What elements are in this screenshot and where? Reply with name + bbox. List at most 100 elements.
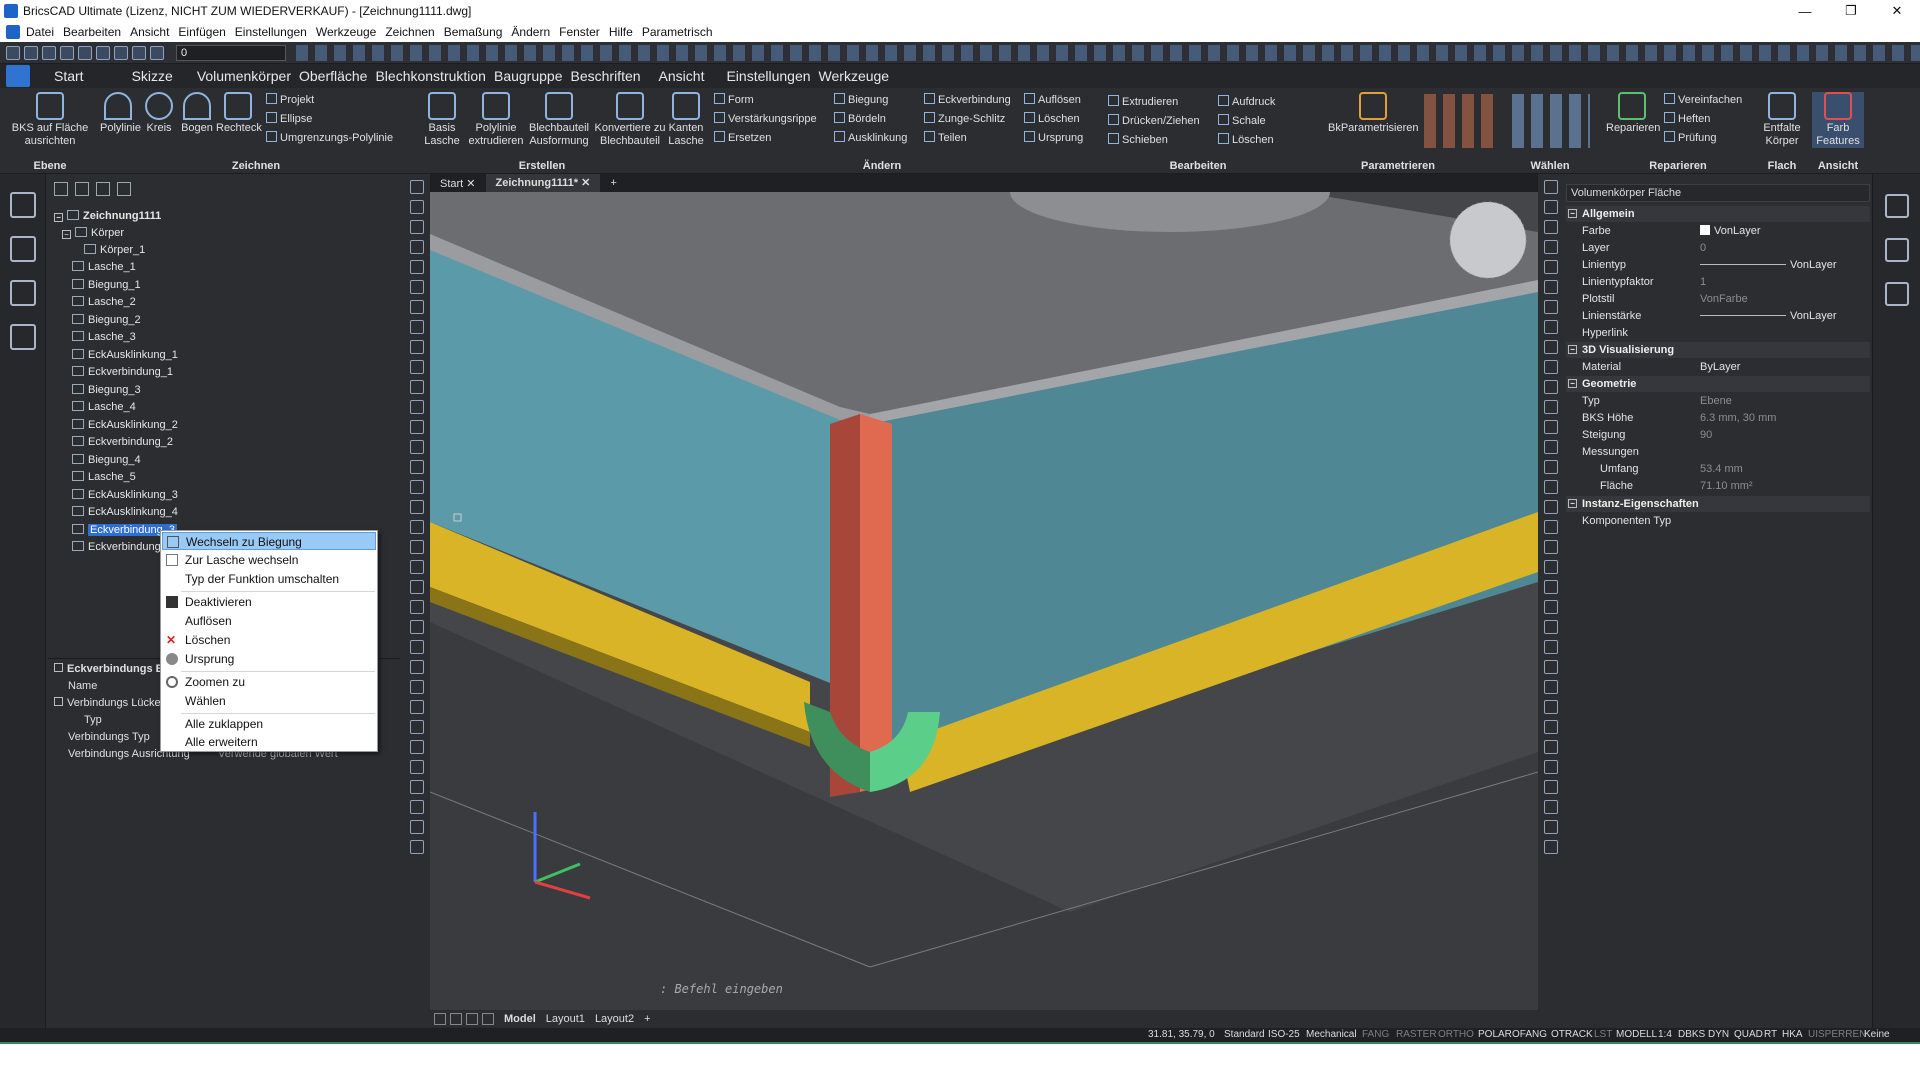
tool-icon[interactable] bbox=[1544, 740, 1558, 754]
open-file-icon[interactable] bbox=[24, 45, 38, 60]
menu-datei[interactable]: Datei bbox=[26, 25, 54, 39]
ctx-typ-umschalten[interactable]: Typ der Funktion umschalten bbox=[162, 570, 376, 588]
prop-row-messungen[interactable]: Messungen bbox=[1566, 444, 1870, 461]
tool-icon[interactable] bbox=[410, 220, 424, 234]
tool-icon[interactable] bbox=[410, 700, 424, 714]
tree-tool-icon-1[interactable] bbox=[54, 182, 68, 196]
tree-feature-item[interactable]: EckAusklinkung_4 bbox=[72, 506, 178, 518]
tool-icon[interactable] bbox=[410, 560, 424, 574]
tab-start[interactable]: Start bbox=[54, 68, 84, 84]
tool-icon[interactable] bbox=[1544, 620, 1558, 634]
status-otrack[interactable]: OTRACK bbox=[1551, 1029, 1593, 1040]
tool-icon[interactable] bbox=[410, 400, 424, 414]
next-layout-icon[interactable] bbox=[466, 1013, 478, 1025]
menu-einfuegen[interactable]: Einfügen bbox=[178, 25, 225, 39]
ausklinkung-button[interactable]: Ausklinkung bbox=[834, 131, 907, 144]
last-layout-icon[interactable] bbox=[482, 1013, 494, 1025]
maximize-button[interactable]: ❐ bbox=[1828, 0, 1874, 22]
tool-icon[interactable] bbox=[1544, 800, 1558, 814]
tab-ansicht[interactable]: Ansicht bbox=[659, 68, 705, 84]
tool-icon[interactable] bbox=[1544, 660, 1558, 674]
tab-beschriften[interactable]: Beschriften bbox=[571, 68, 641, 84]
aufdruck-button[interactable]: Aufdruck bbox=[1218, 95, 1275, 108]
layer-dropdown[interactable]: 0 bbox=[176, 44, 286, 61]
status-fang[interactable]: FANG bbox=[1362, 1029, 1389, 1040]
tool-icon[interactable] bbox=[1544, 480, 1558, 494]
command-line[interactable]: : Befehl eingeben bbox=[660, 982, 1300, 1002]
minimize-button[interactable]: — bbox=[1782, 0, 1828, 22]
tool-icon[interactable] bbox=[410, 600, 424, 614]
tool-icon[interactable] bbox=[410, 460, 424, 474]
tool-icon[interactable] bbox=[1544, 380, 1558, 394]
prop-row[interactable]: Layer 0 bbox=[1566, 240, 1870, 257]
ersetzen-button[interactable]: Ersetzen bbox=[714, 131, 771, 144]
tree-feature-item[interactable]: Biegung_3 bbox=[72, 383, 141, 396]
tool-icon[interactable] bbox=[410, 500, 424, 514]
lightbulb-icon[interactable] bbox=[132, 45, 146, 60]
tree-feature-item[interactable]: EckAusklinkung_3 bbox=[72, 488, 178, 501]
layer-state-icon[interactable] bbox=[150, 45, 164, 60]
tree-feature-item[interactable]: Biegung_4 bbox=[72, 453, 141, 466]
properties-panel-icon[interactable] bbox=[1884, 194, 1909, 218]
tool-icon[interactable] bbox=[1544, 440, 1558, 454]
status-polar[interactable]: POLAR bbox=[1478, 1029, 1512, 1040]
reparieren-button[interactable]: Reparieren bbox=[1606, 92, 1660, 135]
first-layout-icon[interactable] bbox=[434, 1013, 446, 1025]
corner-relief-right[interactable] bbox=[860, 414, 892, 792]
basis-lasche-button[interactable]: Basis Lasche bbox=[420, 92, 464, 148]
tree-feature-item[interactable]: Eckverbindung_4 bbox=[72, 541, 173, 553]
ctx-alle-erweitern[interactable]: Alle erweitern bbox=[162, 733, 376, 751]
tree-tool-icon-2[interactable] bbox=[75, 182, 89, 196]
prop-row[interactable]: Linientyp VonLayer bbox=[1566, 257, 1870, 274]
druecken-ziehen-button[interactable]: Drücken/Ziehen bbox=[1108, 114, 1200, 127]
tab-blechkonstruktion[interactable]: Blechkonstruktion bbox=[375, 68, 486, 84]
tool-icon[interactable] bbox=[1544, 560, 1558, 574]
teilen-button[interactable]: Teilen bbox=[924, 131, 967, 144]
prop-row-material[interactable]: Material ByLayer bbox=[1566, 359, 1870, 376]
bearbeiten-loeschen-button[interactable]: Löschen bbox=[1218, 133, 1274, 146]
tree-feature-item[interactable]: Biegung_1 bbox=[72, 278, 141, 291]
tree-koerper-group[interactable]: − Körper bbox=[62, 227, 124, 239]
tool-icon[interactable] bbox=[410, 320, 424, 334]
tool-icon[interactable] bbox=[1544, 700, 1558, 714]
status-raster[interactable]: RASTER bbox=[1396, 1029, 1437, 1040]
prop-row[interactable]: Linienstärke VonLayer bbox=[1566, 308, 1870, 325]
drawing-viewport[interactable] bbox=[430, 192, 1538, 1010]
status-lst[interactable]: LST bbox=[1594, 1029, 1612, 1040]
tool-icon[interactable] bbox=[410, 680, 424, 694]
tool-icon[interactable] bbox=[410, 420, 424, 434]
tool-icon[interactable] bbox=[410, 820, 424, 834]
tool-icon[interactable] bbox=[1544, 520, 1558, 534]
tool-icon[interactable] bbox=[410, 620, 424, 634]
tool-icon[interactable] bbox=[410, 580, 424, 594]
status-hka[interactable]: HKA bbox=[1782, 1029, 1803, 1040]
prop-row[interactable]: Farbe VonLayer bbox=[1566, 223, 1870, 240]
ursprung-button[interactable]: Ursprung bbox=[1024, 131, 1083, 144]
tool-icon[interactable] bbox=[1544, 600, 1558, 614]
tool-icon[interactable] bbox=[410, 780, 424, 794]
status-dyn[interactable]: DYN bbox=[1708, 1029, 1729, 1040]
section-instanz[interactable]: − Instanz-Eigenschaften bbox=[1566, 496, 1870, 512]
tree-tool-icon-3[interactable] bbox=[96, 182, 110, 196]
mechanical-browser-icon[interactable] bbox=[9, 192, 36, 218]
tool-icon[interactable] bbox=[410, 260, 424, 274]
tool-icon[interactable] bbox=[410, 340, 424, 354]
tool-icon[interactable] bbox=[1544, 200, 1558, 214]
heften-button[interactable]: Heften bbox=[1664, 112, 1710, 125]
tool-icon[interactable] bbox=[1544, 640, 1558, 654]
zunge-schlitz-button[interactable]: Zunge-Schlitz bbox=[924, 112, 1005, 125]
tool-icon[interactable] bbox=[410, 740, 424, 754]
prop-row-umfang[interactable]: Umfang 53.4 mm bbox=[1566, 461, 1870, 478]
ctx-aufloesen[interactable]: Auflösen bbox=[162, 612, 376, 630]
tool-icon[interactable] bbox=[410, 540, 424, 554]
redo-icon[interactable] bbox=[114, 45, 128, 60]
tool-icon[interactable] bbox=[1544, 720, 1558, 734]
status-standard[interactable]: Standard bbox=[1224, 1029, 1265, 1040]
polylinie-extrudieren-button[interactable]: Polylinie extrudieren bbox=[466, 92, 526, 148]
form-button[interactable]: Form bbox=[714, 93, 754, 106]
tree-tool-icon-4[interactable] bbox=[117, 182, 131, 196]
application-button-icon[interactable] bbox=[6, 65, 30, 87]
tree-feature-item[interactable]: Lasche_5 bbox=[72, 471, 136, 483]
tab-layout1[interactable]: Layout1 bbox=[546, 1013, 585, 1025]
menu-parametrisch[interactable]: Parametrisch bbox=[642, 25, 713, 39]
